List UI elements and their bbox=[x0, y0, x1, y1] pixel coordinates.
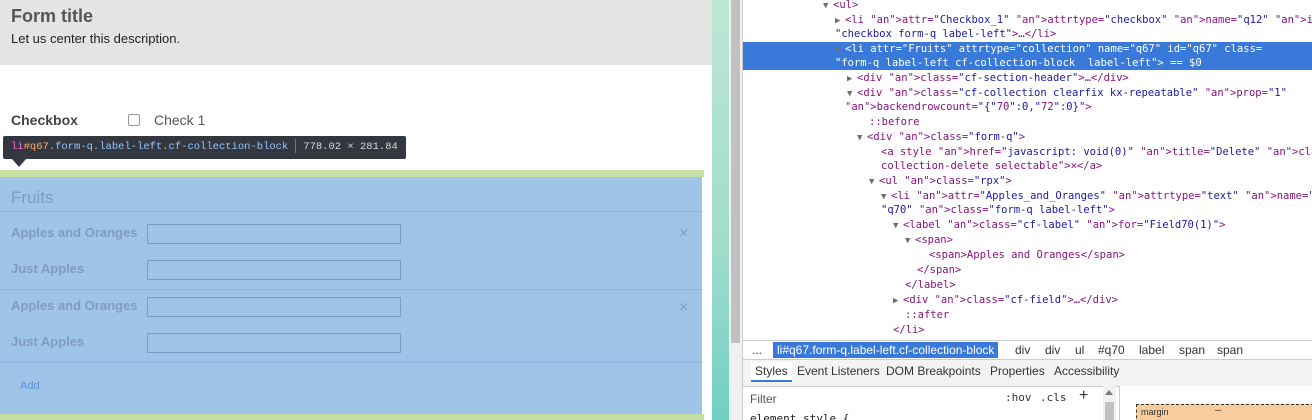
breadcrumb-more[interactable]: ... bbox=[752, 342, 762, 358]
margin-label: margin bbox=[1141, 407, 1169, 417]
tooltip-dimensions: 778.02 × 281.84 bbox=[303, 141, 398, 153]
fruits-collection-block: Fruits Apples and Oranges × Just Apples … bbox=[0, 177, 702, 414]
tree-line: </span> bbox=[917, 264, 962, 276]
box-model-panel: margin – bbox=[1119, 386, 1312, 420]
tree-line: "an">backendrowcount="{"70":0,"72":0}"> bbox=[845, 101, 1092, 113]
page-scrollbar-thumb[interactable] bbox=[731, 0, 740, 343]
breadcrumb-item[interactable]: span bbox=[1217, 342, 1243, 358]
field-label: Apples and Oranges bbox=[11, 298, 138, 313]
page-viewport: Form title Let us center this descriptio… bbox=[0, 0, 712, 420]
field-label: Just Apples bbox=[11, 261, 85, 276]
breadcrumb-item[interactable]: div bbox=[1015, 342, 1030, 358]
tooltip-tag: li bbox=[11, 141, 24, 153]
apples-and-oranges-input[interactable] bbox=[147, 224, 401, 244]
tab-event-listeners[interactable]: Event Listeners bbox=[797, 364, 880, 378]
tooltip-classes: .form-q.label-left.cf-collection-block bbox=[48, 141, 289, 153]
element-style-rule[interactable]: element.style { bbox=[750, 412, 849, 420]
inspect-tooltip: li#q67.form-q.label-left.cf-collection-b… bbox=[3, 136, 406, 159]
form-description: Let us center this description. bbox=[11, 31, 181, 46]
tooltip-separator bbox=[295, 139, 297, 154]
tab-accessibility[interactable]: Accessibility bbox=[1054, 364, 1119, 378]
box-model-margin[interactable]: margin – bbox=[1136, 404, 1312, 420]
new-rule-button[interactable]: + bbox=[1079, 387, 1088, 405]
styles-scrollbar-thumb[interactable] bbox=[1105, 402, 1114, 420]
hover-state-toggle[interactable]: :hov bbox=[1005, 391, 1032, 404]
tree-line[interactable]: ▼ <ul> bbox=[823, 0, 858, 12]
breadcrumb-item[interactable]: #q70 bbox=[1098, 342, 1125, 358]
styles-filter-row: Filter :hov .cls + bbox=[743, 386, 1108, 412]
tree-line[interactable]: ▼ <div "an">class="cf-collection clearfix… bbox=[847, 86, 1287, 100]
divider bbox=[0, 289, 702, 290]
margin-value[interactable]: – bbox=[1215, 405, 1221, 416]
tree-line[interactable]: <a style "an">href="javascript: void(0)"… bbox=[881, 145, 1312, 159]
breadcrumb-item[interactable]: div bbox=[1045, 342, 1060, 358]
tree-line: ::before bbox=[869, 116, 920, 128]
tree-line: </li> bbox=[893, 324, 925, 336]
tooltip-id: #q67 bbox=[23, 141, 49, 153]
tree-line-selected[interactable]: ▼ <li attr="Fruits" attrtype="collection"… bbox=[835, 42, 1262, 56]
tree-line[interactable]: <span>Apples and Oranges</span> bbox=[929, 248, 1125, 262]
margin-overlay-bottom bbox=[0, 414, 704, 420]
delete-row-icon[interactable]: × bbox=[679, 299, 688, 317]
tree-line: "q70" "an">class="form-q label-left"> bbox=[881, 204, 1115, 216]
devtools-panel: ... ▼ <ul> ▶ <li "an">attr="Checkbox_1" "a… bbox=[742, 0, 1312, 420]
tree-line[interactable]: ▶ <li "an">attr="Checkbox_1" "an">attrtyp… bbox=[835, 13, 1312, 27]
divider bbox=[0, 362, 702, 363]
elements-tree: ... ▼ <ul> ▶ <li "an">attr="Checkbox_1" "a… bbox=[743, 0, 1312, 340]
tree-line[interactable]: ▶ <div "an">class="cf-section-header">…</… bbox=[847, 71, 1129, 85]
tab-properties[interactable]: Properties bbox=[990, 364, 1045, 378]
tree-line: </label> bbox=[905, 279, 956, 291]
checkbox-question-label: Checkbox bbox=[11, 112, 78, 128]
just-apples-input[interactable] bbox=[147, 260, 401, 280]
just-apples-input[interactable] bbox=[147, 333, 401, 353]
tooltip-arrow bbox=[12, 159, 26, 167]
tree-line: ::after bbox=[905, 309, 950, 321]
class-toggle[interactable]: .cls bbox=[1040, 391, 1067, 404]
delete-row-icon[interactable]: × bbox=[679, 225, 688, 243]
divider bbox=[0, 211, 702, 212]
tree-line[interactable]: ▼ <label "an">class="cf-label" "an">for="… bbox=[893, 218, 1225, 232]
form-header: Form title Let us center this descriptio… bbox=[0, 0, 712, 65]
tree-line[interactable]: ▼ <ul "an">class="rpx"> bbox=[869, 174, 1012, 188]
scroll-up-arrow-icon[interactable] bbox=[1105, 390, 1113, 395]
field-label: Apples and Oranges bbox=[11, 225, 138, 240]
check-1-label[interactable]: Check 1 bbox=[154, 112, 205, 128]
tab-styles[interactable]: Styles bbox=[751, 362, 792, 382]
breadcrumb-item[interactable]: label bbox=[1139, 342, 1164, 358]
page-edge-gradient bbox=[712, 0, 729, 420]
tree-line[interactable]: ▼ <div "an">class="form-q"> bbox=[857, 130, 1025, 144]
collection-title: Fruits bbox=[11, 188, 54, 207]
tree-line: "checkbox form-q label-left">…</li> bbox=[835, 28, 1057, 40]
form-title: Form title bbox=[11, 6, 94, 26]
styles-filter-input[interactable]: Filter bbox=[750, 392, 777, 406]
node-menu-dots[interactable]: ... bbox=[749, 84, 771, 98]
sidebar-tabs: Styles Event Listeners DOM Breakpoints P… bbox=[743, 359, 1312, 387]
tree-line[interactable]: ▼ <li "an">attr="Apples_and_Oranges" "an"… bbox=[881, 189, 1312, 203]
breadcrumb: ... li#q67.form-q.label-left.cf-collecti… bbox=[743, 340, 1312, 359]
tree-line: collection-delete selectable">×</a> bbox=[881, 160, 1103, 172]
margin-overlay-top bbox=[0, 170, 704, 177]
tree-line[interactable]: ▶ <div "an">class="cf-field">…</div> bbox=[893, 293, 1118, 307]
field-label: Just Apples bbox=[11, 334, 85, 349]
breadcrumb-item[interactable]: ul bbox=[1075, 342, 1084, 358]
check-1-checkbox[interactable] bbox=[128, 114, 140, 126]
tree-line-selected: "form-q label-left cf-collection-block l… bbox=[835, 57, 1202, 69]
tree-line[interactable]: ▼ <span> bbox=[905, 233, 953, 247]
add-row-link[interactable]: Add bbox=[20, 380, 40, 392]
tab-dom-breakpoints[interactable]: DOM Breakpoints bbox=[886, 364, 981, 378]
apples-and-oranges-input[interactable] bbox=[147, 297, 401, 317]
breadcrumb-selected[interactable]: li#q67.form-q.label-left.cf-collection-b… bbox=[773, 342, 999, 358]
breadcrumb-item[interactable]: span bbox=[1179, 342, 1205, 358]
